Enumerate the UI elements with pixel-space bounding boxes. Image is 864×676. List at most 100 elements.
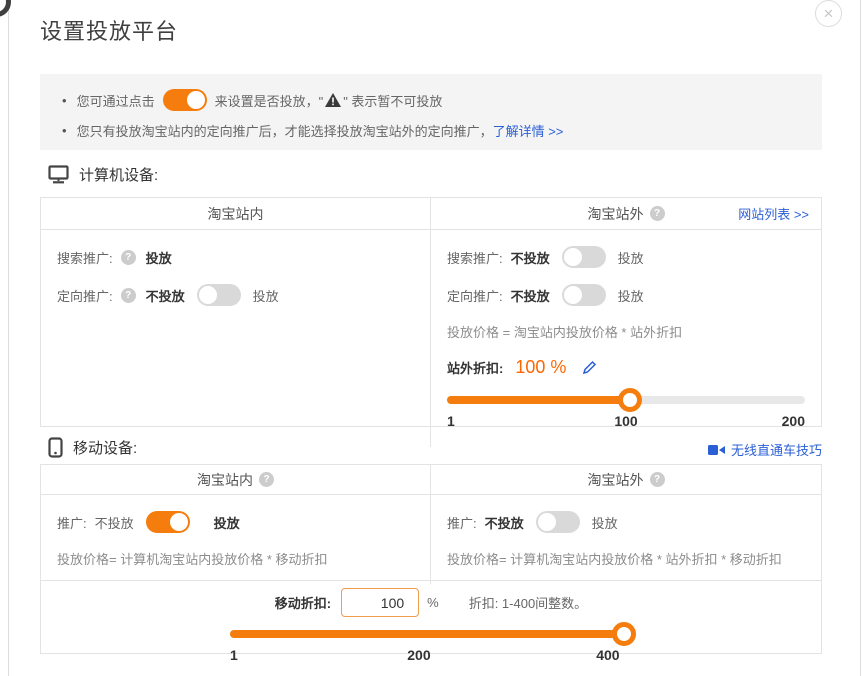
header-taobao-onsite: 淘宝站内 ? <box>41 465 431 494</box>
notice-line-2: 您只有投放淘宝站内的定向推广后，才能选择投放淘宝站外的定向推广， 了解详情 >> <box>62 116 804 144</box>
notice-text: 来设置是否投放，" <box>215 91 324 110</box>
demo-toggle[interactable] <box>163 89 207 111</box>
notice-text: 您可通过点击 <box>77 91 155 110</box>
targeted-promo-toggle[interactable] <box>197 284 241 306</box>
wireless-tips-label: 无线直通车技巧 <box>731 440 822 459</box>
promo-toggle[interactable] <box>536 511 580 533</box>
promo-row: 推广: 不投放 投放 <box>57 511 414 533</box>
question-icon[interactable]: ? <box>650 206 665 221</box>
bullet-icon <box>62 123 77 138</box>
warning-icon <box>325 93 341 107</box>
notice-box: 您可通过点击 来设置是否投放，" " 表示暂不可投放 您只有投放淘宝站内的定向推… <box>40 74 822 150</box>
targeted-promo-row: 定向推广: ? 不投放 投放 <box>57 284 414 306</box>
search-promo-state: 投放 <box>146 248 172 267</box>
question-icon[interactable]: ? <box>650 472 665 487</box>
slider-label-max: 200 <box>782 413 805 429</box>
edit-pencil-icon[interactable] <box>582 360 597 375</box>
computer-section-header: 计算机设备: <box>48 164 158 185</box>
promo-state-on: 投放 <box>214 513 240 532</box>
promo-label: 推广: <box>447 513 477 532</box>
help-bubble-icon <box>0 0 11 17</box>
notice-text: " 表示暂不可投放 <box>343 91 442 110</box>
header-label: 淘宝站内 <box>197 470 253 490</box>
toggle-knob <box>187 91 205 109</box>
mobile-table-body: 推广: 不投放 投放 投放价格= 计算机淘宝站内投放价格 * 移动折扣 推广: … <box>41 495 821 581</box>
search-promo-toggle[interactable] <box>562 246 606 268</box>
bullet-icon <box>62 93 77 108</box>
mobile-discount-input[interactable] <box>341 588 419 617</box>
phone-icon <box>48 437 63 458</box>
slider-label-min: 1 <box>230 647 238 663</box>
targeted-promo-state-off: 不投放 <box>146 286 185 305</box>
slider-handle[interactable] <box>618 388 642 412</box>
offsite-discount-row: 站外折扣: 100 % <box>447 357 805 378</box>
learn-more-link[interactable]: 了解详情 >> <box>493 121 564 140</box>
targeted-promo-state-on: 投放 <box>253 286 279 305</box>
notice-line-1: 您可通过点击 来设置是否投放，" " 表示暂不可投放 <box>62 86 804 114</box>
computer-table: 淘宝站内 淘宝站外 ? 网站列表 >> 搜索推广: ? 投放 定向推广: ? 不… <box>40 197 822 427</box>
slider-label-mid: 200 <box>407 647 430 663</box>
mobile-slider-wrap: 1 200 400 <box>230 630 632 665</box>
mobile-discount-panel: 移动折扣: % 折扣: 1-400间整数。 1 200 400 <box>41 581 821 665</box>
header-taobao-offsite: 淘宝站外 ? <box>431 465 821 494</box>
slider-fill <box>230 630 632 638</box>
dialog-left-border <box>8 0 9 676</box>
targeted-promo-label: 定向推广: <box>447 286 503 305</box>
question-icon[interactable]: ? <box>121 250 136 265</box>
mobile-table: 淘宝站内 ? 淘宝站外 ? 推广: 不投放 投放 投放价格= 计算机淘宝站内投放… <box>40 464 822 654</box>
question-icon[interactable]: ? <box>121 288 136 303</box>
mobile-section-header: 移动设备: <box>48 437 137 458</box>
targeted-promo-state-off: 不投放 <box>511 286 550 305</box>
search-promo-row: 搜索推广: 不投放 投放 <box>447 246 805 268</box>
search-promo-state-on: 投放 <box>618 248 644 267</box>
slider-fill <box>447 396 630 404</box>
dialog-right-border <box>860 0 861 676</box>
targeted-promo-state-on: 投放 <box>618 286 644 305</box>
search-promo-label: 搜索推广: <box>57 248 113 267</box>
slider-handle[interactable] <box>612 622 636 646</box>
search-promo-row: 搜索推广: ? 投放 <box>57 246 414 268</box>
dialog-title: 设置投放平台 <box>40 14 178 46</box>
toggle-knob <box>199 286 217 304</box>
search-promo-label: 搜索推广: <box>447 248 503 267</box>
wireless-tips-link[interactable]: 无线直通车技巧 <box>708 440 822 459</box>
website-list-link[interactable]: 网站列表 >> <box>738 204 809 223</box>
percent-unit: % <box>427 595 439 610</box>
question-icon[interactable]: ? <box>259 472 274 487</box>
close-icon: × <box>824 5 834 22</box>
header-taobao-offsite: 淘宝站外 ? 网站列表 >> <box>431 198 821 229</box>
promo-state-on: 投放 <box>592 513 618 532</box>
promo-state-off: 不投放 <box>95 513 134 532</box>
computer-section-title: 计算机设备: <box>79 164 158 185</box>
slider-label-min: 1 <box>447 413 455 429</box>
slider-label-max: 400 <box>596 647 619 663</box>
computer-table-body: 搜索推广: ? 投放 定向推广: ? 不投放 投放 搜索推广: 不投放 投放 <box>41 230 821 447</box>
promo-label: 推广: <box>57 513 87 532</box>
header-label: 淘宝站内 <box>208 204 264 224</box>
targeted-promo-toggle[interactable] <box>562 284 606 306</box>
price-formula: 投放价格= 计算机淘宝站内投放价格 * 移动折扣 <box>57 549 414 568</box>
offsite-discount-slider[interactable] <box>447 396 805 404</box>
promo-toggle[interactable] <box>146 511 190 533</box>
mobile-discount-slider[interactable] <box>230 630 632 638</box>
notice-text: 您只有投放淘宝站内的定向推广后，才能选择投放淘宝站外的定向推广， <box>77 121 493 140</box>
price-formula: 投放价格 = 淘宝站内投放价格 * 站外折扣 <box>447 322 805 341</box>
targeted-promo-label: 定向推广: <box>57 286 113 305</box>
header-taobao-onsite: 淘宝站内 <box>41 198 431 229</box>
mobile-section-title: 移动设备: <box>73 437 137 458</box>
discount-hint: 折扣: 1-400间整数。 <box>469 593 587 612</box>
slider-scale: 1 100 200 <box>447 413 805 431</box>
toggle-knob <box>564 286 582 304</box>
monitor-icon <box>48 165 69 184</box>
mobile-discount-row: 移动折扣: % 折扣: 1-400间整数。 <box>41 588 821 617</box>
mobile-offsite-cell: 推广: 不投放 投放 投放价格= 计算机淘宝站内投放价格 * 站外折扣 * 移动… <box>431 495 821 584</box>
header-label: 淘宝站外 <box>588 470 644 490</box>
slider-scale: 1 200 400 <box>230 647 632 665</box>
mobile-table-header: 淘宝站内 ? 淘宝站外 ? <box>41 465 821 495</box>
toggle-knob <box>564 248 582 266</box>
targeted-promo-row: 定向推广: 不投放 投放 <box>447 284 805 306</box>
computer-table-header: 淘宝站内 淘宝站外 ? 网站列表 >> <box>41 198 821 230</box>
toggle-knob <box>538 513 556 531</box>
close-button[interactable]: × <box>815 0 842 27</box>
computer-offsite-cell: 搜索推广: 不投放 投放 定向推广: 不投放 投放 投放价格 = 淘宝站内投放价… <box>431 230 821 447</box>
